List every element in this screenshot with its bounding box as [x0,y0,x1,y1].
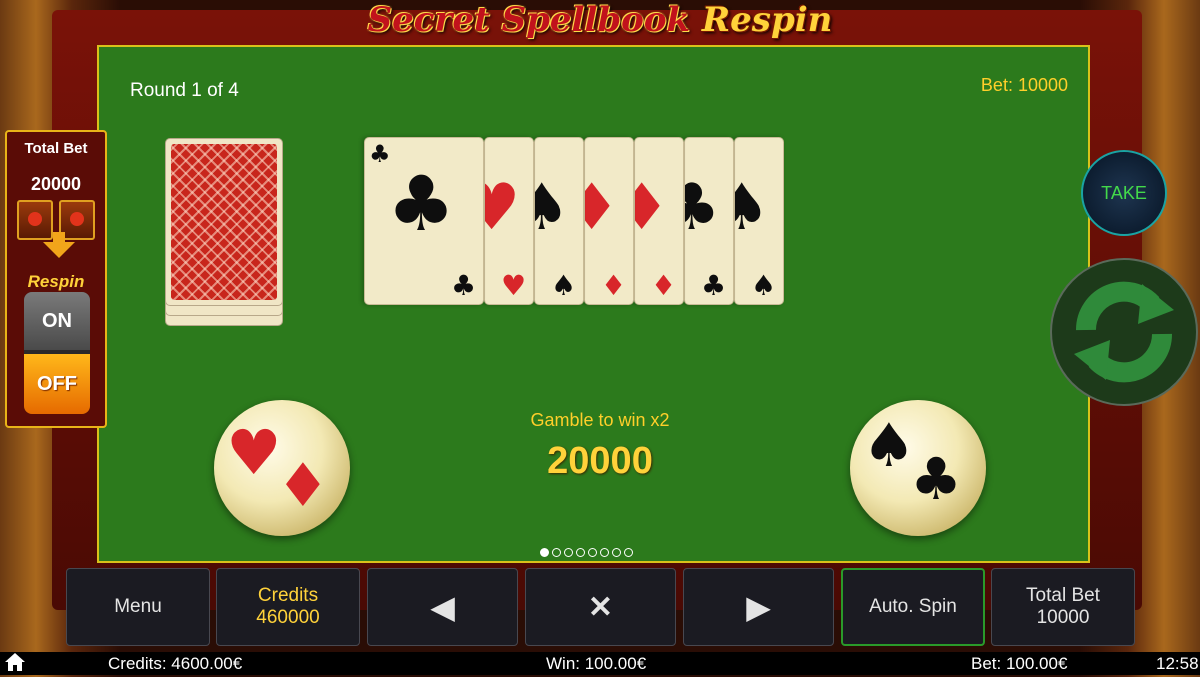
card-suit-large: ♣ [685,176,720,240]
take-button[interactable]: TAKE [1081,150,1167,236]
card-suit-small: ♦ [651,269,677,302]
history-card: ♣ ♣ [684,137,734,305]
card-suit-large: ♣ [387,159,456,248]
history-card: ♥ ♥ [484,137,534,305]
round-indicator: Round 1 of 4 [130,80,239,101]
card-suit-large: ♦ [585,176,620,240]
close-icon: ✕ [587,590,614,624]
history-card: ♦ ♦ [584,137,634,305]
card-deck [165,138,283,326]
page-dot[interactable] [600,548,609,557]
pagination-dots [540,548,633,560]
card-suit-small: ♣ [451,269,477,302]
home-icon[interactable] [4,652,26,677]
page-dot[interactable] [612,548,621,557]
history-card: ♠ ♠ [734,137,784,305]
page-dot[interactable] [564,548,573,557]
page-dot[interactable] [576,548,585,557]
credits-label: Credits [257,585,319,606]
page-dot-active[interactable] [540,548,549,557]
status-credits: Credits: 4600.00€ [108,654,243,673]
card-suit-large: ♠ [735,176,770,240]
autospin-label: Auto. Spin [869,596,957,617]
bet-label: Bet: 10000 [980,75,1068,95]
credits-value: 460000 [256,607,320,628]
card-suit-small: ♠ [751,269,777,302]
card-suit-large: ♠ [535,176,570,240]
next-button[interactable]: ▶ [683,568,834,646]
status-time: 12:58 [1156,654,1199,673]
page-dot[interactable] [552,548,561,557]
menu-label: Menu [114,596,162,617]
respin-label: Respin [27,272,85,291]
game-title-logo: Secret Spellbook Respin [0,0,1200,44]
total-bet-panel-title: Total Bet [24,140,88,157]
close-button[interactable]: ✕ [525,568,676,646]
respin-off-button[interactable]: OFF [24,354,90,414]
card-suit-small: ♦ [601,269,627,302]
game-title-main: Secret Spellbook [367,0,691,40]
status-bet: Bet: 100.00€ [971,654,1068,673]
total-bet-panel-value: 20000 [30,174,82,194]
total-bet-value: 10000 [1036,607,1090,628]
control-bar: Menu Credits 460000 ◀ ✕ ▶ Auto. Spin Tot… [0,568,1200,648]
total-bet-label: Total Bet [1026,585,1100,606]
right-arrow-icon: ▶ [746,589,771,625]
credits-button[interactable]: Credits 460000 [216,568,360,646]
menu-button[interactable]: Menu [66,568,210,646]
spin-button[interactable] [1050,258,1198,406]
gamble-value: 20000 [547,440,653,482]
respin-on-button[interactable]: ON [24,292,90,350]
history-card: ♦ ♦ [634,137,684,305]
autospin-button[interactable]: Auto. Spin [841,568,985,646]
deck-card-top [165,138,283,306]
card-suit-small: ♠ [551,269,577,302]
status-win: Win: 100.00€ [546,654,647,673]
card-suit-large: ♥ [485,176,520,240]
game-title-suffix: Respin [701,0,833,40]
card-back-pattern [171,144,277,300]
total-bet-panel: Total Bet 20000 Respin ON OFF [5,130,107,428]
card-suit-small: ♣ [701,269,727,302]
respin-toggle[interactable]: ON OFF [24,292,90,414]
left-arrow-icon: ◀ [430,589,455,625]
down-arrow-icon [43,242,75,258]
history-card: ♠ ♠ [534,137,584,305]
history-card-latest: ♣ ♣ ♣ [364,137,484,305]
total-bet-button[interactable]: Total Bet 10000 [991,568,1135,646]
card-suit-large: ♦ [635,176,670,240]
spellbook-icon [17,200,53,240]
status-bar: Credits: 4600.00€ Win: 100.00€ Bet: 100.… [0,652,1200,675]
page-dot[interactable] [624,548,633,557]
card-suit-small: ♥ [501,269,527,302]
page-dot[interactable] [588,548,597,557]
gamble-label: Gamble to win x2 [530,410,670,430]
previous-button[interactable]: ◀ [367,568,518,646]
refresh-icon [1074,281,1174,383]
